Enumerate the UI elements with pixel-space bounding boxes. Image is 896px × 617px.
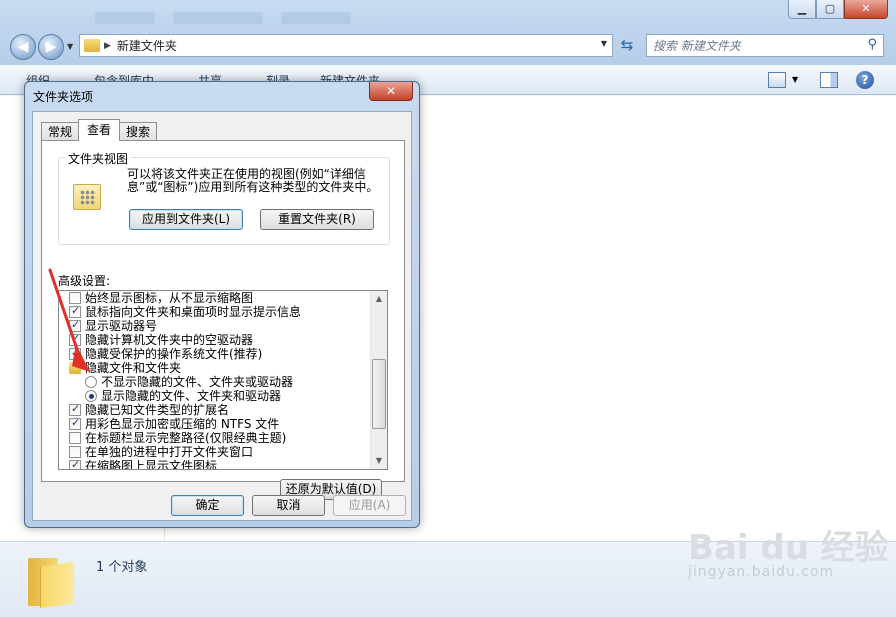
setting-label: 显示隐藏的文件、文件夹和驱动器 — [101, 389, 282, 403]
setting-label: 隐藏受保护的操作系统文件(推荐) — [85, 347, 263, 361]
folder-icon — [28, 554, 74, 609]
tab-view[interactable]: 查看 — [78, 119, 121, 141]
folder-view-icon — [73, 184, 101, 210]
forward-button[interactable]: ▶ — [38, 34, 64, 60]
tab-strip: 常规 查看 搜索 — [41, 119, 158, 141]
cancel-button[interactable]: 取消 — [252, 495, 325, 516]
radio-button[interactable] — [85, 390, 97, 402]
setting-label: 在单独的进程中打开文件夹窗口 — [85, 445, 254, 459]
reset-folders-button[interactable]: 重置文件夹(R) — [260, 209, 374, 230]
folder-icon — [84, 39, 100, 52]
chevron-down-icon[interactable]: ▼ — [792, 75, 798, 84]
setting-label: 隐藏文件和文件夹 — [85, 361, 182, 375]
checkbox[interactable] — [69, 446, 81, 458]
search-input[interactable]: 搜索 新建文件夹 ⚲ — [646, 34, 884, 57]
chevron-right-icon[interactable]: ▶ — [104, 41, 111, 51]
setting-row[interactable]: 在单独的进程中打开文件夹窗口 — [59, 445, 372, 459]
setting-row[interactable]: 显示驱动器号 — [59, 318, 372, 333]
explorer-title-bar: ▁ ▢ ✕ ◀ ▶ ▼ ▶ 新建文件夹 ▼ ⇆ 搜索 新建文件夹 ⚲ — [0, 0, 896, 65]
folder-views-description: 可以将该文件夹正在使用的视图(例如“详细信息”或“图标”)应用到所有这种类型的文… — [127, 167, 379, 194]
setting-label: 鼠标指向文件夹和桌面项时显示提示信息 — [85, 305, 302, 319]
tab-search[interactable]: 搜索 — [119, 122, 158, 141]
apply-to-folders-button[interactable]: 应用到文件夹(L) — [129, 209, 243, 230]
setting-label: 隐藏计算机文件夹中的空驱动器 — [85, 333, 254, 347]
setting-row[interactable]: 隐藏已知文件类型的扩展名 — [59, 402, 372, 417]
setting-row[interactable]: 始终显示图标，从不显示缩略图 — [59, 291, 372, 305]
setting-label: 在缩略图上显示文件图标 — [85, 459, 218, 470]
setting-label: 隐藏已知文件类型的扩展名 — [85, 403, 230, 417]
watermark-logo: Bai du 经验 jingyan.baidu.com — [688, 520, 889, 580]
refresh-icon[interactable]: ⇆ — [615, 34, 639, 57]
vertical-scrollbar[interactable]: ▲ ▼ — [370, 291, 387, 469]
search-placeholder: 搜索 新建文件夹 — [653, 39, 741, 53]
checkbox[interactable] — [69, 432, 81, 444]
view-options-icon[interactable] — [768, 72, 786, 88]
radio-button[interactable] — [85, 376, 97, 388]
recent-pages-dropdown[interactable]: ▼ — [67, 42, 73, 51]
view-tab-panel: 文件夹视图 可以将该文件夹正在使用的视图(例如“详细信息”或“图标”)应用到所有… — [41, 140, 405, 500]
window-controls: ▁ ▢ ✕ — [788, 0, 888, 19]
setting-row[interactable]: 在标题栏显示完整路径(仅限经典主题) — [59, 431, 372, 445]
setting-label: 始终显示图标，从不显示缩略图 — [85, 291, 254, 305]
setting-row[interactable]: 显示隐藏的文件、文件夹和驱动器 — [59, 389, 372, 403]
address-path[interactable]: 新建文件夹 — [117, 37, 177, 54]
scroll-down-icon[interactable]: ▼ — [371, 453, 387, 469]
folder-views-group: 文件夹视图 可以将该文件夹正在使用的视图(例如“详细信息”或“图标”)应用到所有… — [58, 150, 390, 245]
close-window-button[interactable]: ✕ — [844, 0, 888, 19]
setting-row[interactable]: 用彩色显示加密或压缩的 NTFS 文件 — [59, 416, 372, 431]
scroll-thumb[interactable] — [372, 359, 386, 429]
help-icon[interactable]: ? — [856, 71, 874, 89]
setting-row[interactable]: 在缩略图上显示文件图标 — [59, 458, 372, 470]
watermark-brand: Bai du 经验 — [688, 528, 889, 568]
back-button[interactable]: ◀ — [10, 34, 36, 60]
minimize-button[interactable]: ▁ — [788, 0, 816, 19]
tab-general[interactable]: 常规 — [41, 122, 80, 141]
annotation-arrow-icon — [48, 268, 90, 372]
advanced-settings-tree[interactable]: 始终显示图标，从不显示缩略图鼠标指向文件夹和桌面项时显示提示信息显示驱动器号隐藏… — [58, 290, 388, 470]
address-bar[interactable]: ▶ 新建文件夹 ▼ — [79, 34, 613, 57]
watermark-url: jingyan.baidu.com — [688, 564, 835, 580]
close-dialog-button[interactable]: ✕ — [369, 82, 413, 101]
setting-row[interactable]: 鼠标指向文件夹和桌面项时显示提示信息 — [59, 304, 372, 319]
checkbox[interactable] — [69, 458, 81, 469]
setting-label: 显示驱动器号 — [85, 319, 158, 333]
setting-label: 在标题栏显示完整路径(仅限经典主题) — [85, 431, 287, 445]
setting-row[interactable]: 不显示隐藏的文件、文件夹或驱动器 — [59, 375, 372, 389]
ok-button[interactable]: 确定 — [171, 495, 244, 516]
scroll-up-icon[interactable]: ▲ — [371, 291, 387, 307]
setting-label: 不显示隐藏的文件、文件夹或驱动器 — [101, 375, 294, 389]
maximize-button[interactable]: ▢ — [816, 0, 844, 19]
preview-pane-icon[interactable] — [820, 72, 838, 88]
folder-views-label: 文件夹视图 — [65, 150, 132, 167]
blurred-title — [95, 12, 615, 30]
advanced-settings-list: 始终显示图标，从不显示缩略图鼠标指向文件夹和桌面项时显示提示信息显示驱动器号隐藏… — [59, 291, 372, 470]
apply-button[interactable]: 应用(A) — [333, 495, 406, 516]
checkbox[interactable] — [69, 402, 81, 416]
setting-row[interactable]: 隐藏受保护的操作系统文件(推荐) — [59, 346, 372, 361]
item-count: 1 个对象 — [96, 560, 148, 575]
dialog-title: 文件夹选项 — [33, 90, 94, 104]
setting-row[interactable]: 隐藏文件和文件夹 — [59, 361, 372, 375]
search-icon[interactable]: ⚲ — [867, 37, 877, 52]
chevron-down-icon[interactable]: ▼ — [601, 39, 607, 48]
setting-label: 用彩色显示加密或压缩的 NTFS 文件 — [85, 417, 280, 431]
checkbox[interactable] — [69, 416, 81, 430]
setting-row[interactable]: 隐藏计算机文件夹中的空驱动器 — [59, 332, 372, 347]
